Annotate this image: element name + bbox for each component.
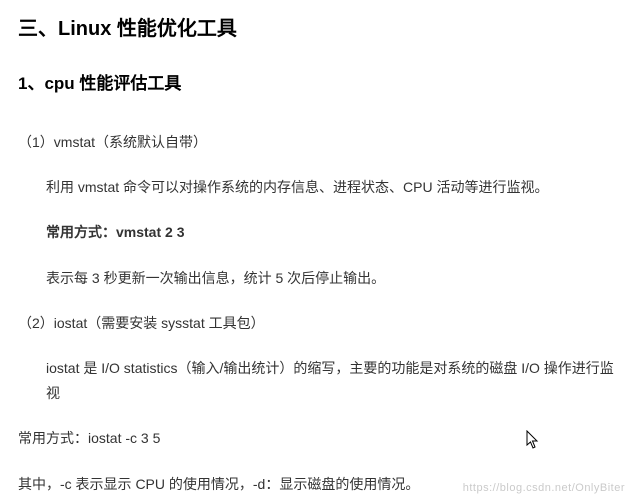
section-2-title: （2）iostat（需要安装 sysstat 工具包） bbox=[18, 311, 617, 336]
section-1-desc: 利用 vmstat 命令可以对操作系统的内存信息、进程状态、CPU 活动等进行监… bbox=[18, 175, 617, 200]
section-2-desc: iostat 是 I/O statistics（输入/输出统计）的缩写，主要的功… bbox=[18, 356, 617, 406]
heading-main: 三、Linux 性能优化工具 bbox=[18, 12, 617, 41]
document-body: 三、Linux 性能优化工具 1、cpu 性能评估工具 （1）vmstat（系统… bbox=[0, 0, 635, 497]
section-1-explain: 表示每 3 秒更新一次输出信息，统计 5 次后停止输出。 bbox=[18, 266, 617, 291]
watermark-text: https://blog.csdn.net/OnlyBiter bbox=[463, 482, 625, 494]
section-1-title: （1）vmstat（系统默认自带） bbox=[18, 130, 617, 155]
heading-sub: 1、cpu 性能评估工具 bbox=[18, 69, 617, 94]
section-2-usage: 常用方式：iostat -c 3 5 bbox=[18, 426, 617, 451]
section-1-usage: 常用方式：vmstat 2 3 bbox=[18, 220, 617, 245]
